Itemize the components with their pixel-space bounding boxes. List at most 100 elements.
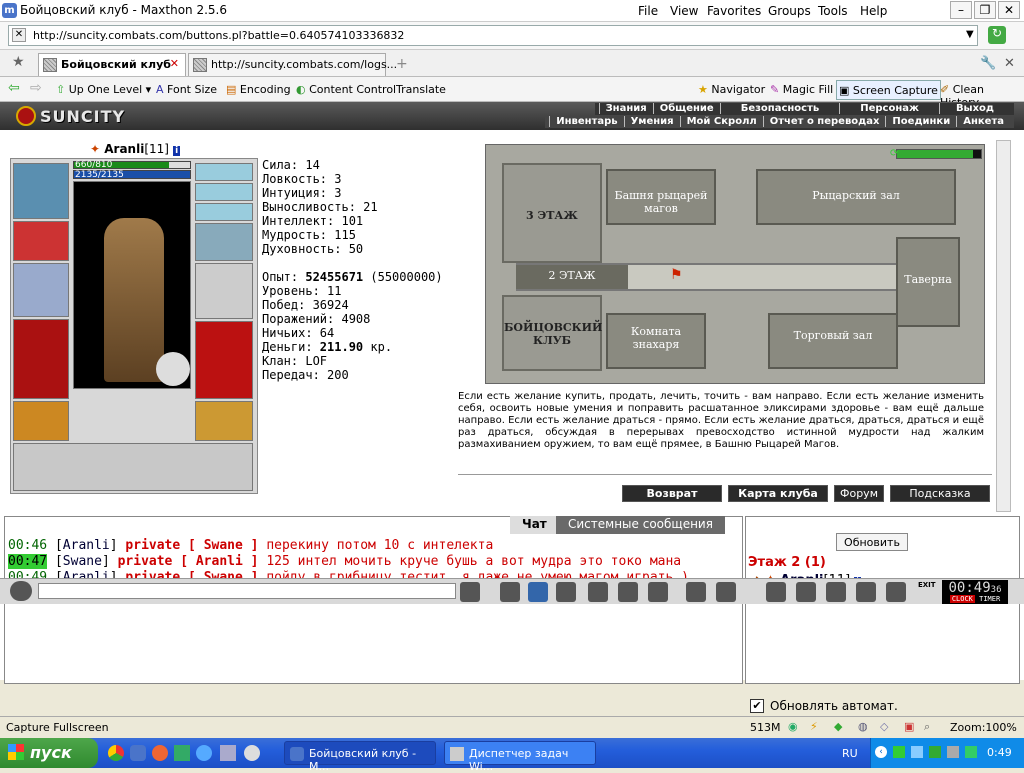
proxy-icon[interactable]: ◍ (858, 720, 868, 733)
tab-system-messages[interactable]: Системные сообщения (556, 516, 725, 534)
msg-nick[interactable]: Swane (63, 554, 102, 569)
belt-slot[interactable] (13, 401, 69, 441)
tab-fight-club[interactable]: Бойцовский клуб ✕ (38, 53, 186, 76)
update-icon[interactable] (965, 746, 977, 758)
memory-usage[interactable]: 513M (750, 721, 781, 734)
nav-social[interactable]: Общение (652, 103, 720, 114)
back-arrow-icon[interactable]: ⇦ (8, 80, 20, 96)
menu-view[interactable]: View (670, 4, 698, 18)
smiley-icon[interactable] (686, 582, 706, 602)
language-indicator[interactable]: RU (842, 747, 858, 760)
task-fight-club[interactable]: Бойцовский клуб - М... (284, 741, 436, 773)
helmet-slot[interactable] (13, 163, 69, 219)
shield-slot[interactable] (195, 263, 253, 319)
start-button[interactable]: пуск (0, 738, 98, 768)
refresh-map-icon[interactable]: ⟳ (890, 148, 898, 159)
nav-transfers[interactable]: Отчет о переводах (762, 116, 886, 127)
speaker-icon[interactable] (648, 582, 668, 602)
lightning-icon[interactable]: ⚡ (810, 720, 818, 733)
translate-button[interactable]: Translate (396, 83, 446, 96)
club-label[interactable]: БОЙЦОВСКИЙ КЛУБ (504, 321, 602, 347)
smile-head-icon[interactable] (10, 581, 32, 601)
back-button[interactable]: Возврат (622, 485, 722, 502)
nav-security[interactable]: Безопасность (719, 103, 840, 114)
new-tab-icon[interactable]: + (396, 56, 408, 72)
network-icon[interactable] (911, 746, 923, 758)
skull-icon[interactable] (826, 582, 846, 602)
armor-slot[interactable] (13, 319, 69, 399)
boots-slot[interactable] (195, 401, 253, 441)
room-mage-tower[interactable]: Башня рыцарей магов (606, 169, 716, 225)
refresh-button[interactable]: Обновить (836, 533, 908, 551)
nav-skills[interactable]: Умения (623, 116, 680, 127)
tools-icon[interactable]: 🔧 (980, 56, 996, 71)
chrome-icon[interactable] (108, 745, 124, 761)
nav-inventory[interactable]: Инвентарь (549, 116, 623, 127)
lock-icon[interactable] (856, 582, 876, 602)
go-icon[interactable]: ↻ (988, 26, 1006, 44)
filter-icon[interactable] (528, 582, 548, 602)
pants-slot[interactable] (195, 321, 253, 399)
earring-slot[interactable] (195, 163, 253, 181)
firefox-icon[interactable] (152, 745, 168, 761)
zoom-icon[interactable]: ⌕ (924, 720, 930, 734)
eraser-icon[interactable] (500, 582, 520, 602)
exit-label[interactable]: EXIT (918, 581, 936, 589)
menu-tools[interactable]: Tools (818, 4, 848, 18)
forum-button[interactable]: Форум (834, 485, 884, 502)
bottle-icon[interactable] (766, 582, 786, 602)
close-icon[interactable]: ✕ (1004, 56, 1015, 71)
media-player-icon[interactable] (244, 745, 260, 761)
url-input[interactable]: http://suncity.combats.com/buttons.pl?ba… (8, 25, 978, 46)
floor3-label[interactable]: 3 ЭТАЖ (526, 209, 578, 222)
room-healer[interactable]: Комната знахаря (606, 313, 706, 369)
amulet-slot[interactable] (195, 183, 253, 201)
send-icon[interactable] (460, 582, 480, 602)
nav-character[interactable]: Персонаж (839, 103, 939, 114)
menu-file[interactable]: File (638, 4, 658, 18)
navigator-button[interactable]: ★ Navigator (698, 83, 765, 96)
memory-clean-icon[interactable]: ◉ (788, 720, 798, 733)
room-tavern[interactable]: Таверна (896, 237, 960, 327)
nav-knowledge[interactable]: Знания (598, 103, 653, 114)
nav-fights[interactable]: Поединки (885, 116, 956, 127)
font-size-button[interactable]: A Font Size (156, 83, 217, 96)
bracer-slot[interactable] (13, 221, 69, 261)
chat-input[interactable] (38, 583, 456, 599)
encoding-button[interactable]: ▤ Encoding (226, 83, 291, 96)
tray-clock[interactable]: 0:49 (987, 746, 1012, 759)
scroll-icon[interactable] (796, 582, 816, 602)
volume-icon[interactable] (947, 746, 959, 758)
msg-private[interactable]: private [ Swane ] (125, 538, 258, 553)
vertical-scrollbar[interactable] (996, 140, 1011, 512)
auto-refresh-checkbox[interactable]: ✔ (750, 699, 764, 713)
diamond-icon[interactable]: ◇ (880, 720, 888, 733)
url-dropdown-icon[interactable]: ▼ (966, 29, 974, 40)
popup-blocker-icon[interactable]: ▣ (904, 720, 914, 733)
zoom-level[interactable]: Zoom:100% (950, 721, 1017, 734)
info-icon[interactable]: i (173, 146, 181, 156)
up-one-level-button[interactable]: ⇧ Up One Level ▾ (56, 83, 151, 96)
screen-capture-button[interactable]: ▣ Screen Capture (836, 80, 941, 100)
shield-icon[interactable]: ◆ (834, 720, 842, 733)
tray-app-icon[interactable] (893, 746, 905, 758)
floor2-button[interactable]: 2 ЭТАЖ (516, 265, 628, 289)
tray-expand-icon[interactable]: ‹ (875, 746, 887, 758)
nav-scroll[interactable]: Мой Скролл (679, 116, 763, 127)
minimize-button[interactable]: – (950, 1, 972, 19)
hint-button[interactable]: Подсказка (890, 485, 990, 502)
fighter-icon[interactable] (588, 582, 608, 602)
character-name[interactable]: ✦ Aranli[11] i (90, 142, 181, 156)
menu-favorites[interactable]: Favorites (707, 4, 761, 18)
maximize-button[interactable]: ❐ (974, 1, 996, 19)
info-clan[interactable]: Клан: LOF (262, 354, 443, 368)
tab-chat[interactable]: Чат (510, 516, 559, 534)
pl-icon[interactable] (618, 582, 638, 602)
tab-logs[interactable]: http://suncity.combats.com/logs... (188, 53, 397, 76)
weapon-slot[interactable] (13, 263, 69, 317)
msg-nick[interactable]: Aranli (63, 538, 110, 553)
explorer-icon[interactable] (220, 745, 236, 761)
favorite-star-icon[interactable]: ★ (12, 54, 25, 70)
maxthon-quicklaunch-icon[interactable] (130, 745, 146, 761)
close-button[interactable]: ✕ (998, 1, 1020, 19)
